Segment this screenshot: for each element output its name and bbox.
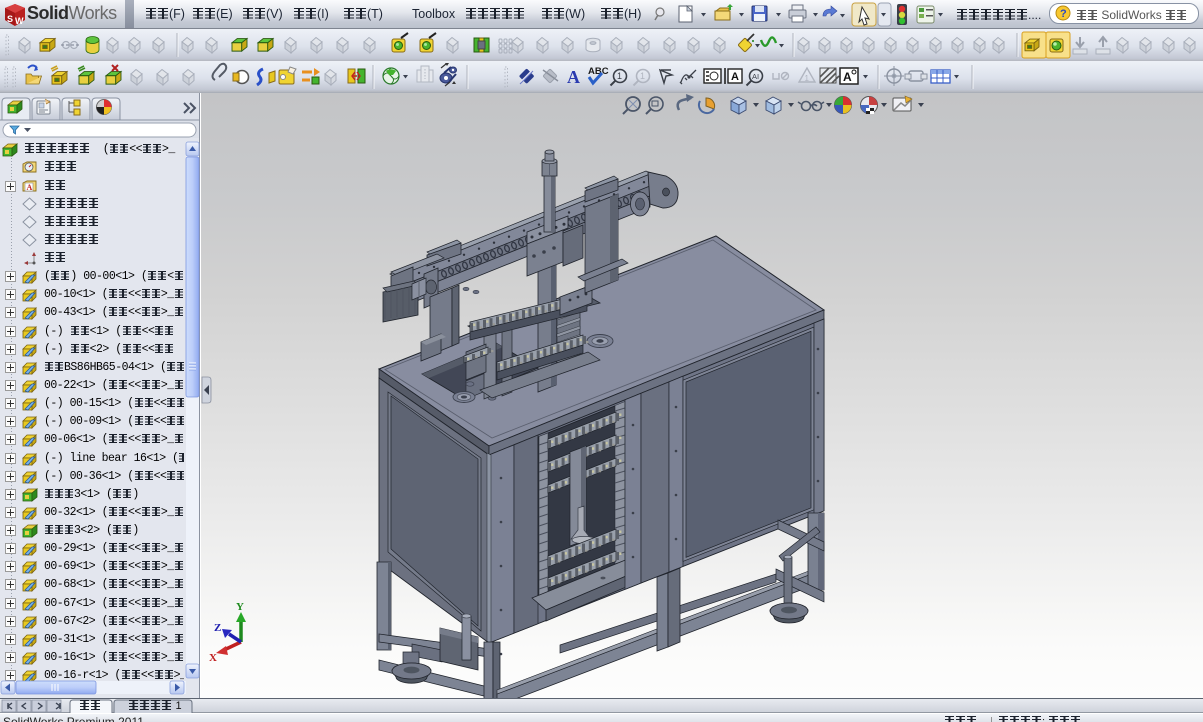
svg-text:S: S [7,14,13,24]
svg-text:A: A [843,70,852,84]
svg-text:W: W [15,16,24,26]
svg-text:Y: Y [236,601,244,613]
svg-text:?: ? [1060,8,1067,20]
svg-text:1: 1 [617,71,622,81]
svg-text:A: A [731,71,739,83]
svg-text:Z: Z [214,622,221,634]
svg-text:AI: AI [752,72,759,81]
svg-text:A: A [567,67,580,87]
svg-text:1: 1 [805,74,810,83]
svg-text:1: 1 [640,71,645,81]
svg-text:X: X [209,652,217,664]
